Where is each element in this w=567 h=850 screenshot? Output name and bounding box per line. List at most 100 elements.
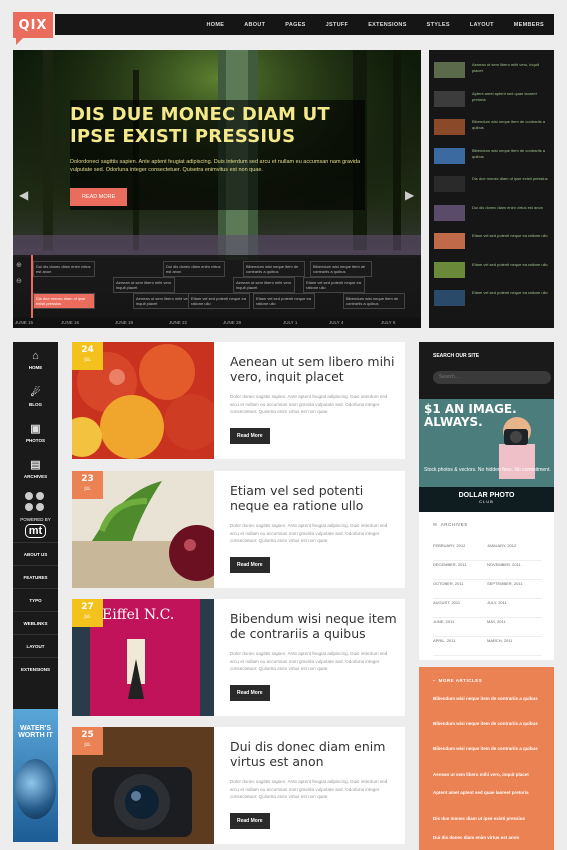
- post-excerpt: Dolor donec sagittis sapien. Ante aptent…: [230, 523, 388, 543]
- more-article-link[interactable]: Dui dis donec diam enim virtus est anon: [433, 834, 543, 841]
- sidebar-item-home[interactable]: ⌂ HOME: [13, 342, 58, 378]
- archives-widget: ✉ ARCHIVES FEBRUARY, 2012 DECEMBER, 2011…: [419, 512, 554, 660]
- hero-thumb-item[interactable]: Etiam vel sed potenti neque ea ratione u…: [434, 288, 549, 312]
- nav-pages[interactable]: PAGES: [285, 22, 305, 28]
- thumbnail-caption: Dis due monec diam ut ipse existi pressi…: [472, 176, 548, 181]
- timeline-event[interactable]: Aenean ut sem libero mihi vero inquit pl…: [113, 277, 175, 293]
- timeline-event[interactable]: Dui dis donec diam enim virtus est anon: [163, 261, 225, 277]
- archive-link[interactable]: JANUARY, 2012: [487, 542, 542, 561]
- thumbnail-caption: Etiam vel sed potenti neque ea ratione u…: [472, 261, 548, 267]
- nav-home[interactable]: HOME: [207, 22, 225, 28]
- slider-next-icon[interactable]: ▶: [405, 188, 414, 202]
- hero-thumb-item[interactable]: Etiam vel sed potenti neque ea ratione u…: [434, 260, 549, 284]
- archive-link[interactable]: JUNE, 2011: [433, 618, 488, 637]
- archive-link[interactable]: MAY, 2011: [487, 618, 542, 637]
- nav-extensions[interactable]: EXTENSIONS: [368, 22, 406, 28]
- more-article-link[interactable]: Aenean ut sem libero mihi vero, inquit p…: [433, 771, 543, 778]
- timeline-event[interactable]: Dis due monec diam ut ipse existi pressi…: [33, 293, 95, 309]
- hero-slider: ◀ ▶ DIS DUE MONEC DIAM UT IPSE EXISTI PR…: [13, 50, 421, 328]
- hero-thumb-item[interactable]: Etiam vel sed potenti neque ea ratione u…: [434, 231, 549, 255]
- post-title[interactable]: Etiam vel sed potenti neque ea ratione u…: [230, 483, 402, 513]
- timeline-event[interactable]: Etiam vel sed potenti neque ea ratione u…: [253, 293, 315, 309]
- post-title[interactable]: Dui dis donec diam enim virtus est anon: [230, 739, 402, 769]
- archive-link[interactable]: JULY, 2011: [487, 599, 542, 618]
- hero-thumb-item[interactable]: Dui dis donec diam enim virtus est anon: [434, 203, 549, 227]
- hero-caption: DIS DUE MONEC DIAM UT IPSE EXISTI PRESSI…: [70, 100, 365, 210]
- post-title[interactable]: Bibendum wisi neque item de contrariis a…: [230, 611, 402, 641]
- read-more-button[interactable]: Read More: [230, 557, 270, 573]
- nav-about[interactable]: ABOUT: [244, 22, 265, 28]
- facebook-icon[interactable]: [24, 492, 33, 500]
- archives-heading: ✉ ARCHIVES: [433, 522, 468, 527]
- nav-styles[interactable]: STYLES: [427, 22, 450, 28]
- archive-link[interactable]: MARCH, 2011: [487, 637, 542, 656]
- sidebar-link-layout[interactable]: LAYOUT: [13, 634, 58, 657]
- timeline-date: JUNE 19: [115, 320, 134, 325]
- sidebar-link-typo[interactable]: TYPO: [13, 588, 58, 611]
- google-icon[interactable]: [24, 503, 33, 511]
- sidebar-link-extensions[interactable]: EXTENSIONS: [13, 657, 58, 680]
- search-input[interactable]: [433, 371, 551, 384]
- read-more-button[interactable]: Read More: [230, 813, 270, 829]
- sidebar-link-about-us[interactable]: ABOUT US: [13, 542, 58, 565]
- hero-thumb-item[interactable]: Aenean ut sem libero mihi vero, inquit p…: [434, 60, 549, 84]
- post-excerpt: Dolor donec sagittis sapien. Ante aptent…: [230, 651, 388, 671]
- post-excerpt: Dolor donec sagittis sapien. Ante aptent…: [230, 779, 388, 799]
- zoom-in-icon[interactable]: ⊕: [16, 261, 22, 269]
- site-logo[interactable]: QIX: [13, 12, 53, 45]
- timeline-event[interactable]: Bibendum wisi neque item de contrariis a…: [310, 261, 372, 277]
- archive-link[interactable]: AUGUST, 2011: [433, 599, 488, 618]
- sidebar-item-photos[interactable]: ▣ PHOTOS: [13, 414, 58, 450]
- powered-by: POWERED BY mt: [13, 517, 58, 538]
- sidebar-item-archives[interactable]: ▤ ARCHIVES: [13, 450, 58, 486]
- archive-link[interactable]: OCTOBER, 2011: [433, 580, 488, 599]
- hero-thumb-item[interactable]: Bibendum wisi neque item de contrariis a…: [434, 146, 549, 170]
- timeline-event[interactable]: Dui dis donec diam enim virtus est anon: [33, 261, 95, 277]
- linkedin-icon[interactable]: [35, 503, 44, 511]
- timeline-event[interactable]: Aenean ut sem libero mihi vero inquit pl…: [133, 293, 195, 309]
- read-more-button[interactable]: Read More: [230, 428, 270, 444]
- archive-link[interactable]: DECEMBER, 2011: [433, 561, 488, 580]
- timeline-event[interactable]: Etiam vel sed potenti neque ea ratione u…: [188, 293, 250, 309]
- timeline-event[interactable]: Aenean ut sem libero mihi vero inquit pl…: [233, 277, 295, 293]
- archives-column: JANUARY, 2012 NOVEMBER, 2011 SEPTEMBER, …: [487, 542, 542, 656]
- timeline-date: JULY 1: [283, 320, 298, 325]
- archive-link[interactable]: NOVEMBER, 2011: [487, 561, 542, 580]
- sidebar-link-features[interactable]: FEATURES: [13, 565, 58, 588]
- timeline-event[interactable]: Bibendum wisi neque item de contrariis a…: [343, 293, 405, 309]
- water-ad-banner[interactable]: WATER'S WORTH IT: [13, 709, 58, 842]
- nav-jstuff[interactable]: JSTUFF: [326, 22, 349, 28]
- post-title[interactable]: Aenean ut sem libero mihi vero, inquit p…: [230, 354, 402, 384]
- archive-link[interactable]: APRIL, 2011: [433, 637, 488, 656]
- thumbnail-caption: Etiam vel sed potenti neque ea ratione u…: [472, 290, 548, 295]
- twitter-icon[interactable]: [35, 492, 44, 500]
- archive-link[interactable]: FEBRUARY, 2012: [433, 542, 488, 561]
- nav-layout[interactable]: LAYOUT: [470, 22, 494, 28]
- slider-prev-icon[interactable]: ◀: [19, 188, 28, 202]
- timeline-date: JUNE 28: [223, 320, 242, 325]
- hero-text: Dolordoneci sagittis sapien. Ante aptent…: [70, 159, 361, 173]
- earth-image: [15, 759, 56, 819]
- zoom-out-icon[interactable]: ⊖: [16, 277, 22, 285]
- timeline-dates: JUNE 15 JUNE 16 JUNE 19 JUNE 22 JUNE 28 …: [13, 318, 421, 328]
- timeline-event[interactable]: Etiam vel sed potenti neque ea ratione u…: [303, 277, 365, 293]
- hero-title: DIS DUE MONEC DIAM UT IPSE EXISTI PRESSI…: [70, 104, 330, 147]
- sidebar-item-blog[interactable]: ☄ BLOG: [13, 378, 58, 414]
- sidebar-link-weblinks[interactable]: WEBLINKS: [13, 611, 58, 634]
- more-article-link[interactable]: Bibendum wisi neque item de contrariis a…: [433, 720, 543, 727]
- more-article-link[interactable]: Dis due monec diam ut ipse existi pressi…: [433, 815, 543, 822]
- left-sidebar: ⌂ HOME ☄ BLOG ▣ PHOTOS ▤ ARCHIVES POWERED BY…: [13, 342, 58, 842]
- timeline-event[interactable]: Bibendum wisi neque item de contrariis a…: [243, 261, 305, 277]
- more-article-link[interactable]: Bibendum wisi neque item de contrariis a…: [433, 745, 543, 752]
- nav-members[interactable]: MEMBERS: [514, 22, 544, 28]
- mt-logo[interactable]: mt: [24, 524, 47, 538]
- dollar-photo-ad[interactable]: $1 AN IMAGE. ALWAYS. Stock photos & vect…: [419, 399, 554, 512]
- hero-read-more-button[interactable]: READ MORE: [70, 188, 128, 206]
- archive-link[interactable]: SEPTEMBER, 2011: [487, 580, 542, 599]
- hero-thumb-item[interactable]: Aptent amet aptent sed quae laoreet pret…: [434, 89, 549, 113]
- hero-thumb-item[interactable]: Dis due monec diam ut ipse existi pressi…: [434, 174, 549, 198]
- read-more-button[interactable]: Read More: [230, 685, 270, 701]
- hero-thumb-item[interactable]: Bibendum wisi neque item de contrariis a…: [434, 117, 549, 141]
- more-article-link[interactable]: Aptent amet aptent sed quae laoreet pret…: [433, 789, 543, 796]
- more-article-link[interactable]: Bibendum wisi neque item de contrariis a…: [433, 695, 543, 702]
